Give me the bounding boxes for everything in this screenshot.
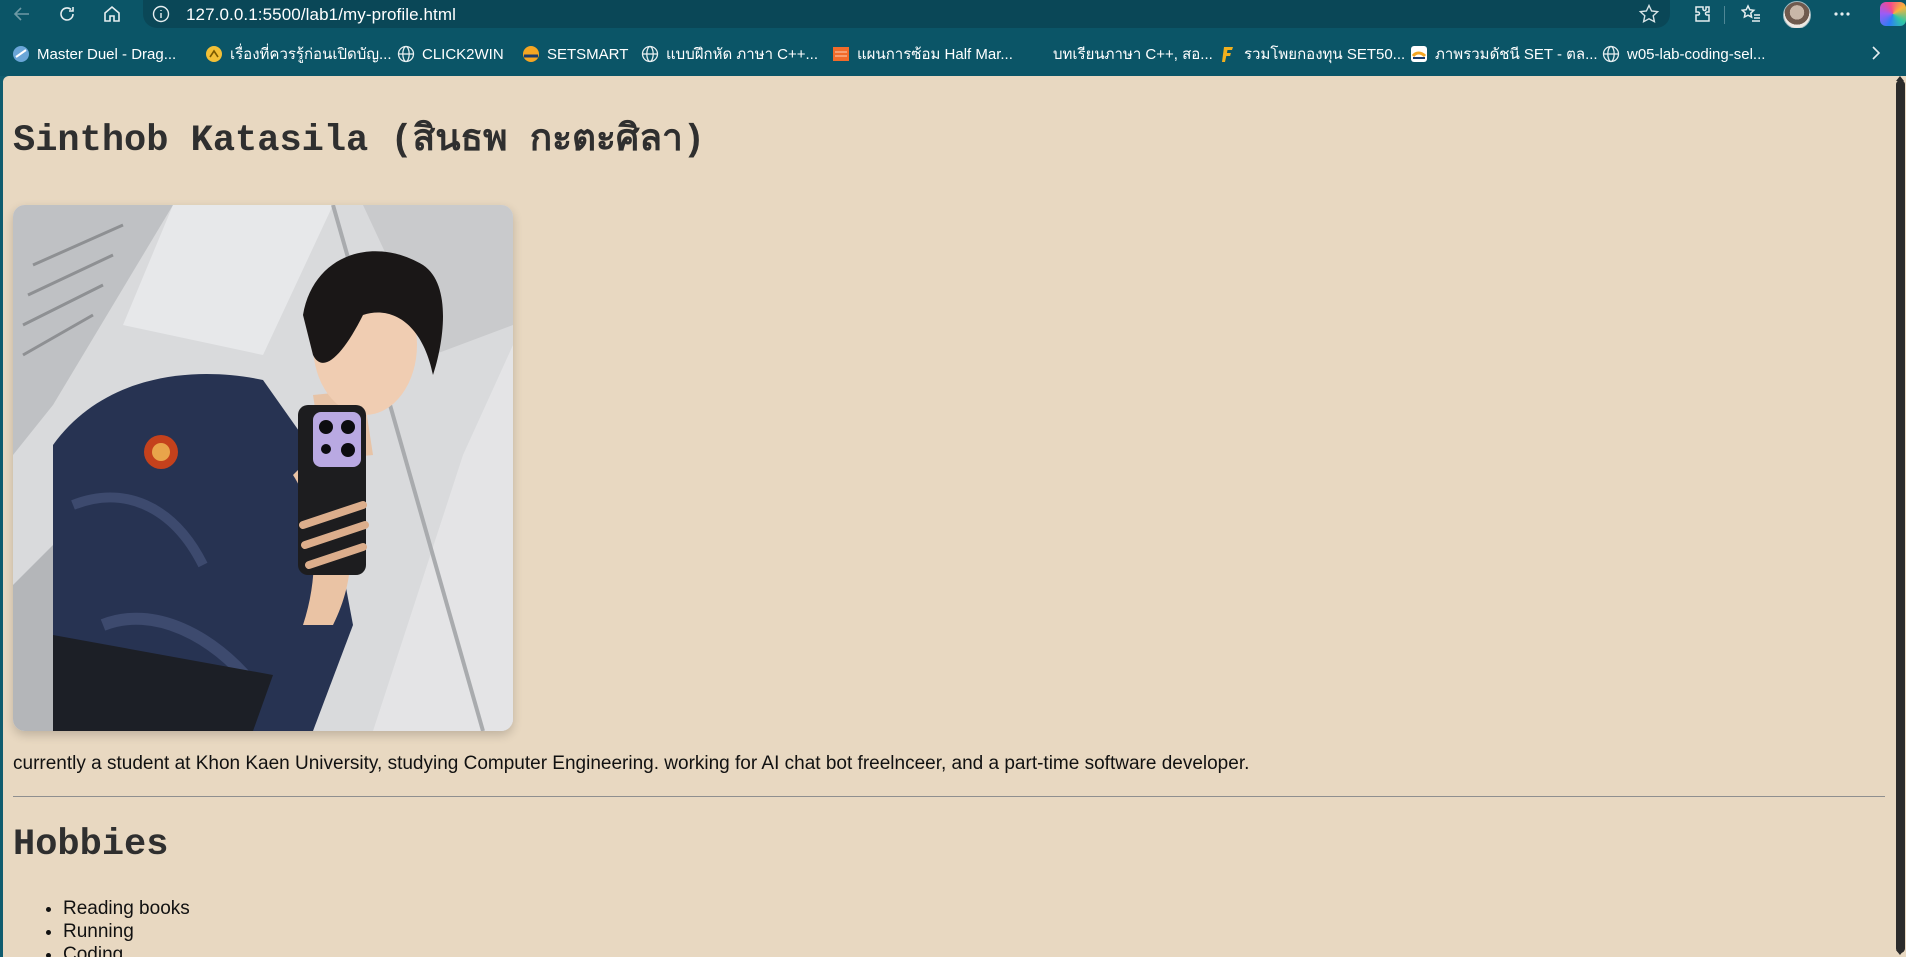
- bookmark-label: เรื่องที่ควรรู้ก่อนเปิดบัญ...: [230, 46, 392, 63]
- extensions-icon[interactable]: [1690, 2, 1714, 26]
- globe-icon: [641, 45, 659, 63]
- bookmark-master-duel[interactable]: Master Duel - Drag...: [12, 44, 176, 64]
- profile-photo: [13, 205, 513, 731]
- scroll-down-arrow-icon[interactable]: [1896, 950, 1904, 955]
- page-title: Sinthob Katasila (สินธพ กะตะศิลา): [13, 120, 706, 162]
- bookmark-label: แผนการซ้อม Half Mar...: [857, 46, 1013, 63]
- globe-icon: [397, 45, 415, 63]
- bookmark-click2win[interactable]: CLICK2WIN: [397, 44, 504, 64]
- avatar[interactable]: [1783, 1, 1811, 29]
- bookmark-label: Master Duel - Drag...: [37, 45, 177, 63]
- hobby-list: Reading books Running Coding: [63, 897, 190, 957]
- profile-photo-illustration: [13, 205, 513, 731]
- section-divider: [13, 796, 1885, 797]
- address-bar[interactable]: 127.0.0.1:5500/lab1/my-profile.html: [143, 0, 1670, 28]
- chevron-right-icon[interactable]: [1866, 43, 1886, 63]
- favorite-star-icon[interactable]: [1638, 3, 1660, 25]
- toolbar-divider: [1724, 6, 1725, 24]
- url-text[interactable]: 127.0.0.1:5500/lab1/my-profile.html: [186, 5, 456, 25]
- bookmark-label: รวมโพยกองทุน SET50...: [1244, 46, 1406, 63]
- more-options-icon[interactable]: [1830, 2, 1854, 26]
- bookmark-cpp-lessons[interactable]: บทเรียนภาษา C++, สอ...: [1028, 44, 1213, 64]
- bookmark-w05-lab[interactable]: w05-lab-coding-sel...: [1602, 44, 1765, 64]
- set-index-icon: [1410, 45, 1428, 63]
- refresh-icon[interactable]: [55, 2, 79, 26]
- bookmarks-bar: Master Duel - Drag... เรื่องที่ควรรู้ก่อ…: [0, 28, 1906, 76]
- page-viewport: Sinthob Katasila (สินธพ กะตะศิลา) curren…: [3, 76, 1895, 957]
- favorites-list-icon[interactable]: [1739, 2, 1763, 26]
- site-info-icon[interactable]: [152, 5, 170, 23]
- blank-icon: [1028, 45, 1046, 63]
- f-letter-icon: [1219, 45, 1237, 63]
- bookmark-label: ภาพรวมดัชนี SET - ตล...: [1435, 46, 1598, 63]
- hobbies-heading: Hobbies: [13, 824, 169, 866]
- list-item: Coding: [63, 943, 190, 957]
- browser-toolbar: 127.0.0.1:5500/lab1/my-profile.html: [0, 0, 1906, 29]
- bio-text: currently a student at Khon Kaen Univers…: [13, 753, 1250, 774]
- home-icon[interactable]: [100, 2, 124, 26]
- scrollbar-thumb[interactable]: [1896, 80, 1905, 953]
- list-item: Reading books: [63, 897, 190, 920]
- master-duel-icon: [12, 45, 30, 63]
- list-item: Running: [63, 920, 190, 943]
- bookmark-setsmart[interactable]: SETSMART: [522, 44, 628, 64]
- bookmark-set50-funds[interactable]: รวมโพยกองทุน SET50...: [1219, 44, 1405, 64]
- bookmark-label: SETSMART: [547, 45, 629, 63]
- bookmark-half-marathon[interactable]: แผนการซ้อม Half Mar...: [832, 44, 1013, 64]
- orange-site-icon: [832, 45, 850, 63]
- bookmark-set-index[interactable]: ภาพรวมดัชนี SET - ตล...: [1410, 44, 1598, 64]
- globe-icon: [1602, 45, 1620, 63]
- bookmark-bank-account[interactable]: เรื่องที่ควรรู้ก่อนเปิดบัญ...: [205, 44, 392, 64]
- back-arrow-icon[interactable]: [10, 2, 34, 26]
- bank-icon: [205, 45, 223, 63]
- bookmark-label: บทเรียนภาษา C++, สอ...: [1053, 46, 1213, 63]
- copilot-icon[interactable]: [1880, 2, 1906, 26]
- bookmark-cpp-exercises[interactable]: แบบฝึกหัด ภาษา C++...: [641, 44, 818, 64]
- page-scrollbar[interactable]: [1895, 76, 1906, 957]
- bookmark-label: w05-lab-coding-sel...: [1627, 45, 1766, 63]
- setsmart-icon: [522, 45, 540, 63]
- bookmark-label: CLICK2WIN: [422, 45, 504, 63]
- bookmark-label: แบบฝึกหัด ภาษา C++...: [666, 46, 819, 63]
